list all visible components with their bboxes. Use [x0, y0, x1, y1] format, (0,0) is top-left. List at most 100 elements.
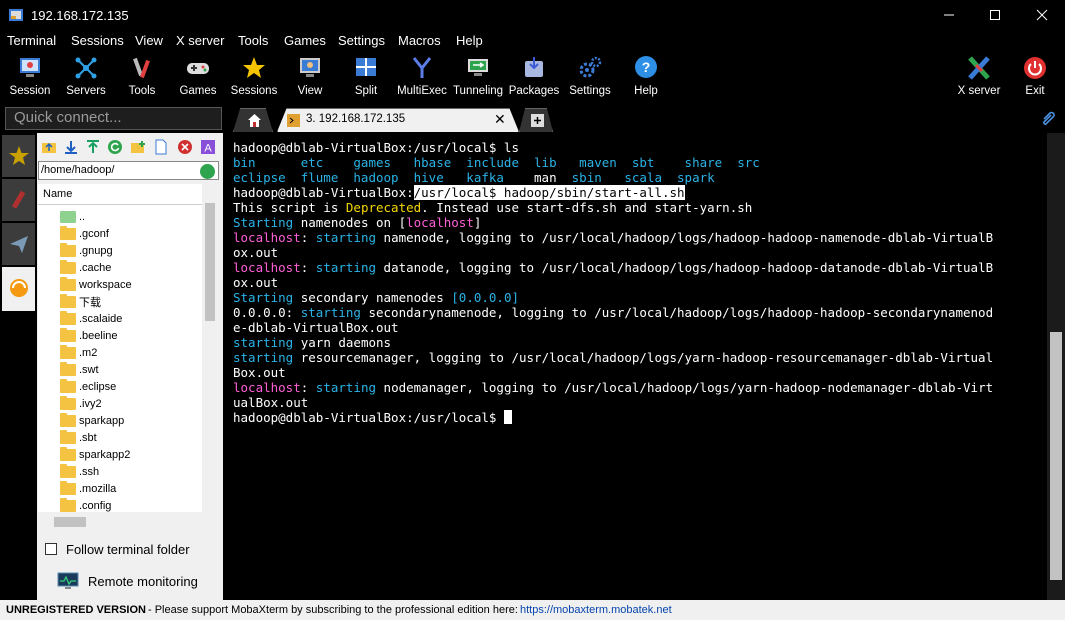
terminal-line: localhost: starting namenode, logging to…	[233, 230, 993, 245]
file-list-item[interactable]: .sbt	[60, 429, 97, 446]
file-list-item[interactable]: .ssh	[60, 463, 99, 480]
help-button[interactable]: ? Help	[618, 52, 674, 100]
sidebar-tab-sftp[interactable]	[2, 267, 35, 311]
file-list-item[interactable]: .m2	[60, 344, 97, 361]
file-name: .mozilla	[79, 482, 117, 495]
file-list-item[interactable]: .mozilla	[60, 480, 116, 497]
upload-icon[interactable]	[85, 139, 101, 155]
terminal-text: namenode, logging to /usr/local/hadoop/l…	[376, 230, 994, 245]
file-name: 下载	[79, 296, 101, 309]
checkbox-box[interactable]	[45, 543, 57, 555]
file-name: workspace	[79, 278, 132, 291]
terminal-text: [0.0.0.0]	[451, 290, 519, 305]
file-list-item[interactable]: ..	[60, 208, 85, 225]
file-list-scroll-thumb[interactable]	[205, 203, 215, 321]
file-name: .sbt	[79, 431, 97, 444]
file-list-item[interactable]: 下载	[60, 293, 101, 310]
sidebar-tab-macros[interactable]	[2, 223, 35, 265]
quick-connect-input[interactable]: Quick connect...	[5, 107, 222, 130]
menu-settings[interactable]: Settings	[338, 33, 385, 48]
menu-help[interactable]: Help	[456, 33, 483, 48]
toolbar: Session Servers Tools Games Sessions Vie…	[0, 50, 1065, 102]
menu-view[interactable]: View	[135, 33, 163, 48]
terminal-text: secondary namenodes	[293, 290, 452, 305]
path-ok-icon[interactable]	[200, 164, 215, 179]
terminal-text: . Instead use start-dfs.sh and start-yar…	[421, 200, 753, 215]
power-icon	[1024, 57, 1046, 79]
terminal-line: Starting namenodes on [localhost]	[233, 215, 481, 230]
file-list-item[interactable]: .beeline	[60, 327, 118, 344]
file-list-item[interactable]: .eclipse	[60, 378, 116, 395]
terminal-scroll-thumb[interactable]	[1050, 332, 1062, 580]
exit-button[interactable]: Exit	[1007, 52, 1063, 100]
new-file-icon[interactable]	[153, 139, 169, 155]
sftp-path-input[interactable]: /home/hadoop/	[38, 161, 219, 180]
rename-icon[interactable]: A	[200, 139, 216, 155]
file-name: .scalaide	[79, 312, 123, 325]
terminal-line: e-dblab-VirtualBox.out	[233, 320, 399, 335]
remote-monitoring-button[interactable]: Remote monitoring	[57, 570, 227, 592]
file-list-item[interactable]: .scalaide	[60, 310, 122, 327]
file-list-item[interactable]: .ivy2	[60, 395, 102, 412]
file-name: .ssh	[79, 465, 100, 478]
menu-tools[interactable]: Tools	[238, 33, 268, 48]
parent-folder-icon[interactable]	[41, 139, 57, 155]
download-icon[interactable]	[63, 139, 79, 155]
session-icon	[20, 58, 40, 77]
attachment-icon[interactable]	[1040, 110, 1056, 126]
sidebar-tab-sessions[interactable]	[2, 135, 35, 177]
terminal-text: nodemanager, logging to /usr/local/hadoo…	[376, 380, 994, 395]
status-bar: UNREGISTERED VERSION - Please support Mo…	[0, 600, 1065, 620]
tab-home[interactable]	[233, 108, 273, 132]
file-list-item[interactable]: .gconf	[60, 225, 109, 242]
follow-terminal-folder-checkbox[interactable]: Follow terminal folder	[45, 540, 215, 558]
terminal-output[interactable]: hadoop@dblab-VirtualBox:/usr/local$ ls bi…	[227, 133, 1047, 600]
terminal-text: starting	[315, 380, 377, 395]
file-list-item[interactable]: sparkapp	[60, 412, 124, 429]
star-icon	[9, 146, 29, 165]
folder-icon	[60, 327, 76, 342]
folder-icon	[60, 446, 76, 461]
menu-sessions[interactable]: Sessions	[71, 33, 124, 48]
file-list-item[interactable]: .config	[60, 497, 111, 514]
maximize-button[interactable]	[972, 0, 1018, 30]
file-list-item[interactable]: .cache	[60, 259, 111, 276]
terminal-line: This script is Deprecated. Instead use s…	[233, 200, 752, 215]
folder-icon	[60, 395, 76, 410]
menu-terminal[interactable]: Terminal	[7, 33, 56, 48]
new-tab-button[interactable]	[519, 108, 553, 132]
folder-icon	[60, 293, 76, 308]
delete-icon[interactable]	[177, 139, 193, 155]
menu-macros[interactable]: Macros	[398, 33, 441, 48]
status-message: - Please support MobaXterm by subscribin…	[148, 604, 518, 616]
terminal-text: 0.0.0.0:	[233, 305, 301, 320]
minimize-button[interactable]	[926, 0, 972, 30]
gear-icon	[579, 56, 602, 78]
folder-icon	[60, 344, 76, 359]
tab-session[interactable]: 3. 192.168.172.135 ✕	[277, 108, 519, 132]
terminal-tab-icon	[287, 114, 300, 127]
app-icon	[9, 9, 23, 21]
tab-close-icon[interactable]: ✕	[494, 111, 506, 128]
menu-games[interactable]: Games	[284, 33, 326, 48]
sidebar-tab-tools[interactable]	[2, 179, 35, 221]
file-list-item[interactable]: sparkapp2	[60, 446, 130, 463]
file-name: .eclipse	[79, 380, 117, 393]
terminal-text: starting	[315, 230, 377, 245]
svg-text:?: ?	[642, 59, 651, 75]
file-list-item[interactable]: workspace	[60, 276, 132, 293]
file-list-item[interactable]: .gnupg	[60, 242, 113, 259]
close-button[interactable]	[1019, 0, 1065, 30]
file-list-item[interactable]: .swt	[60, 361, 99, 378]
file-list-h-scroll-thumb[interactable]	[54, 517, 86, 527]
help-label: Help	[634, 85, 658, 97]
terminal-line: localhost: starting datanode, logging to…	[233, 260, 993, 275]
name-column-header[interactable]: Name	[38, 184, 202, 205]
terminal-text: starting	[233, 350, 294, 365]
terminal-text: Starting	[233, 290, 294, 305]
new-folder-icon[interactable]	[130, 139, 146, 155]
menu-x-server[interactable]: X server	[176, 33, 224, 48]
minimize-icon	[944, 14, 954, 16]
mobatek-link[interactable]: https://mobaxterm.mobatek.net	[520, 604, 672, 616]
refresh-icon[interactable]	[107, 139, 123, 155]
